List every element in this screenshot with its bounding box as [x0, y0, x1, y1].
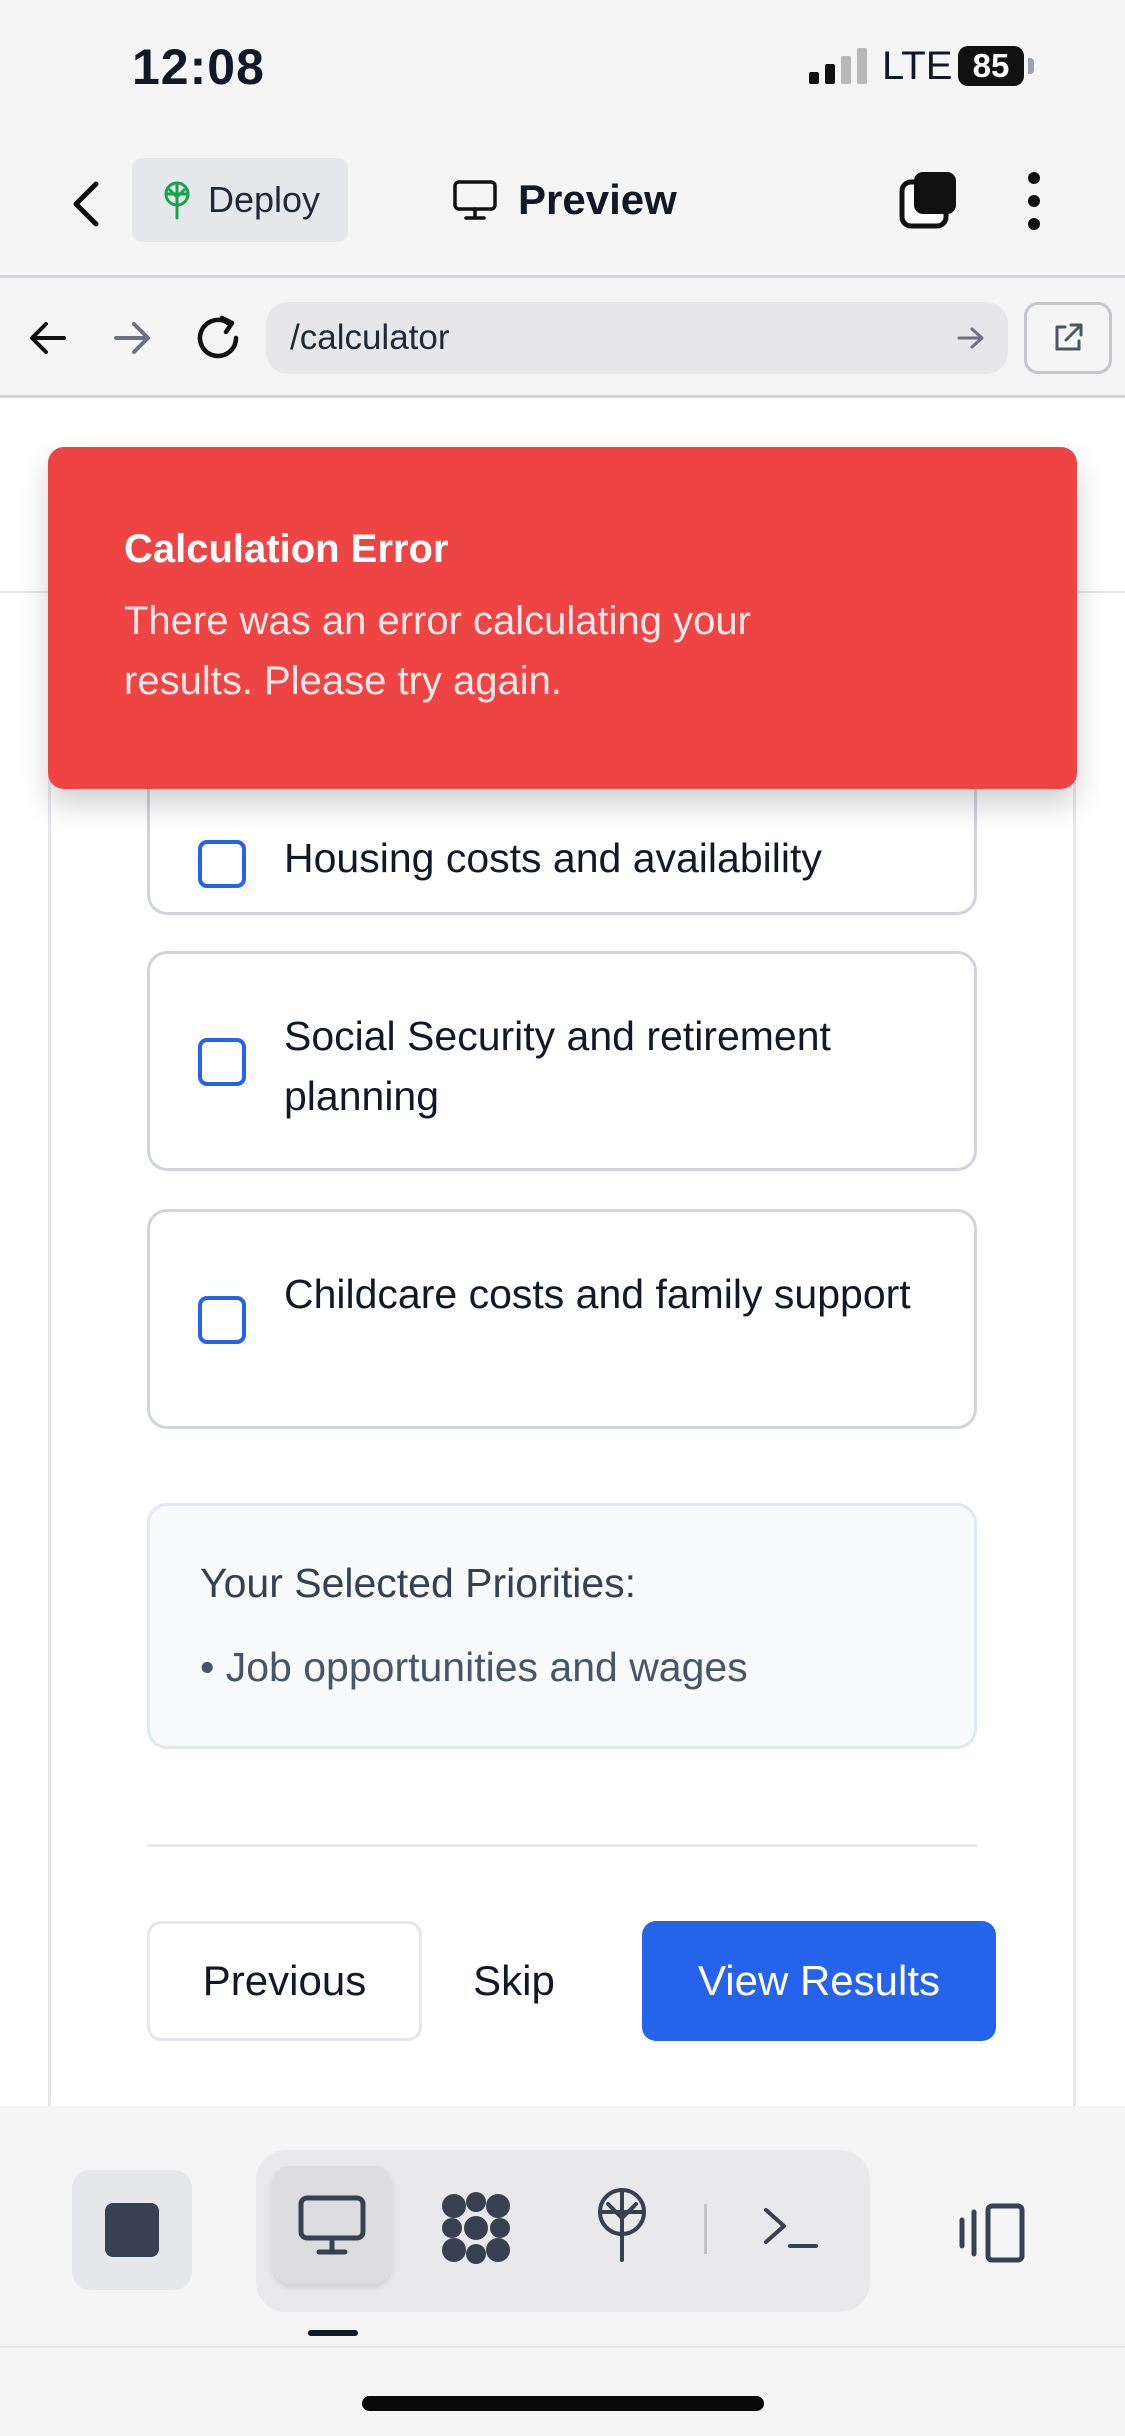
status-time: 12:08	[132, 39, 265, 95]
back-chevron-icon[interactable]	[66, 174, 106, 234]
bottom-toolbar	[0, 2106, 1125, 2436]
deploy-label: Deploy	[208, 179, 321, 220]
previous-button[interactable]: Previous	[147, 1921, 422, 2041]
option-label: Social Security and retirement planning	[284, 1013, 831, 1119]
preview-tab[interactable]: Preview	[452, 170, 677, 230]
arrow-left-icon[interactable]	[26, 316, 70, 360]
tabs-icon[interactable]	[898, 168, 960, 230]
selected-priorities-title: Your Selected Priorities:	[200, 1560, 637, 1606]
more-options-icon[interactable]	[1018, 170, 1050, 232]
network-type: LTE	[882, 44, 953, 88]
external-link-icon	[1055, 323, 1083, 351]
shell-icon[interactable]	[760, 2200, 820, 2254]
priority-option-childcare[interactable]: Childcare costs and family support	[147, 1209, 977, 1429]
stop-button[interactable]	[72, 2170, 192, 2290]
selected-priority-item: • Job opportunities and wages	[200, 1644, 748, 1690]
monitor-icon	[453, 180, 497, 220]
view-results-button[interactable]: View Results	[642, 1921, 996, 2041]
tool-switcher	[256, 2150, 870, 2312]
option-label: Housing costs and availability	[284, 835, 822, 881]
checkbox[interactable]	[198, 840, 246, 888]
selected-priorities-panel: Your Selected Priorities: • Job opportun…	[147, 1503, 977, 1749]
app-toolbar: Deploy Preview	[0, 140, 1125, 278]
stop-icon	[105, 2203, 159, 2257]
checkbox[interactable]	[198, 1038, 246, 1086]
go-arrow-icon[interactable]	[956, 324, 986, 352]
skip-button[interactable]: Skip	[452, 1921, 576, 2041]
error-toast[interactable]: Calculation Error There was an error cal…	[48, 447, 1077, 789]
toast-title: Calculation Error	[124, 527, 449, 571]
desktop-tool-button[interactable]	[272, 2166, 392, 2284]
toolbar-divider	[0, 2346, 1125, 2348]
active-tool-indicator	[308, 2330, 358, 2336]
checkbox[interactable]	[198, 1296, 246, 1344]
toast-message: There was an error calculating your resu…	[124, 599, 751, 703]
deploy-icon	[164, 181, 190, 220]
deploy-button[interactable]: Deploy	[132, 158, 348, 242]
status-bar: 12:08 LTE 85	[0, 0, 1125, 140]
open-external-button[interactable]	[1024, 302, 1112, 374]
option-label: Childcare costs and family support	[284, 1271, 911, 1317]
url-bar: /calculator	[0, 278, 1125, 398]
ai-agent-icon[interactable]	[438, 2190, 514, 2266]
panel-toggle-icon[interactable]	[956, 2202, 1028, 2264]
url-input[interactable]: /calculator	[266, 302, 1008, 374]
deploy-tool-icon[interactable]	[592, 2186, 652, 2262]
priority-option-social-security[interactable]: Social Security and retirement planning	[147, 951, 977, 1171]
home-indicator[interactable]	[362, 2396, 764, 2411]
reload-icon[interactable]	[192, 312, 244, 364]
divider	[147, 1844, 977, 1847]
preview-label: Preview	[518, 176, 677, 223]
desktop-icon	[298, 2195, 366, 2255]
battery-level: 85	[958, 46, 1024, 86]
url-text: /calculator	[290, 318, 450, 357]
tool-separator	[704, 2204, 707, 2254]
battery-nub	[1028, 58, 1034, 74]
arrow-right-icon[interactable]	[110, 316, 154, 360]
signal-strength-icon	[809, 48, 867, 84]
